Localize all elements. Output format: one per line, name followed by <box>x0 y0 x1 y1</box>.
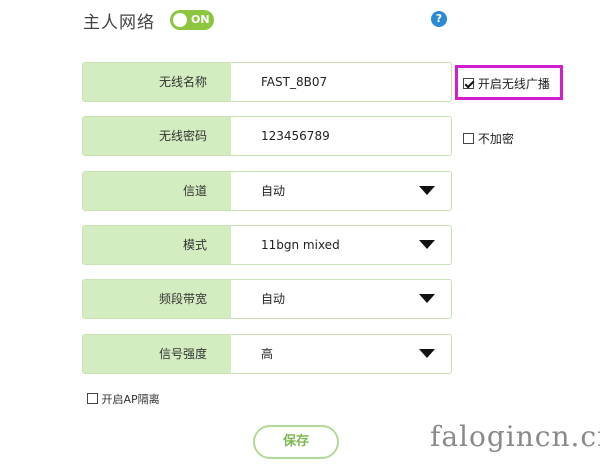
password-row: 无线密码 123456789 <box>82 116 452 156</box>
watermark: falogincn.cn <box>430 420 600 453</box>
network-toggle[interactable]: ON <box>170 10 214 30</box>
channel-select[interactable]: 自动 <box>261 172 285 210</box>
chevron-down-icon[interactable] <box>419 294 435 303</box>
password-input[interactable]: 123456789 <box>261 117 330 155</box>
section-title: 主人网络 <box>83 13 155 33</box>
mode-label: 模式 <box>83 226 231 264</box>
ssid-row: 无线名称 FAST_8B07 <box>82 62 452 102</box>
broadcast-option[interactable]: 开启无线广播 <box>463 75 550 92</box>
chevron-down-icon[interactable] <box>419 349 435 358</box>
channel-row[interactable]: 信道 自动 <box>82 171 452 211</box>
bandwidth-row[interactable]: 频段带宽 自动 <box>82 279 452 319</box>
chevron-down-icon[interactable] <box>419 186 435 195</box>
ssid-label: 无线名称 <box>83 63 231 101</box>
bandwidth-select[interactable]: 自动 <box>261 280 285 318</box>
ssid-input[interactable]: FAST_8B07 <box>261 63 327 101</box>
channel-label: 信道 <box>83 172 231 210</box>
signal-strength-row[interactable]: 信号强度 高 <box>82 334 452 374</box>
no-encryption-option[interactable]: 不加密 <box>463 130 514 147</box>
broadcast-label: 开启无线广播 <box>477 77 550 91</box>
toggle-label: ON <box>191 13 210 26</box>
help-icon[interactable]: ? <box>431 11 447 27</box>
bandwidth-label: 频段带宽 <box>83 280 231 318</box>
signal-strength-select[interactable]: 高 <box>261 335 273 373</box>
password-label: 无线密码 <box>83 117 231 155</box>
chevron-down-icon[interactable] <box>419 240 435 249</box>
mode-select[interactable]: 11bgn mixed <box>261 226 340 264</box>
toggle-knob <box>173 13 187 27</box>
save-button[interactable]: 保存 <box>253 425 339 459</box>
signal-strength-label: 信号强度 <box>83 335 231 373</box>
no-encryption-label: 不加密 <box>477 132 514 146</box>
ap-isolation-label: 开启AP隔离 <box>101 393 160 406</box>
no-encryption-checkbox[interactable] <box>463 133 474 144</box>
ap-isolation-option[interactable]: 开启AP隔离 <box>87 391 160 407</box>
broadcast-checkbox[interactable] <box>463 78 474 89</box>
ap-isolation-checkbox[interactable] <box>87 393 98 404</box>
mode-row[interactable]: 模式 11bgn mixed <box>82 225 452 265</box>
